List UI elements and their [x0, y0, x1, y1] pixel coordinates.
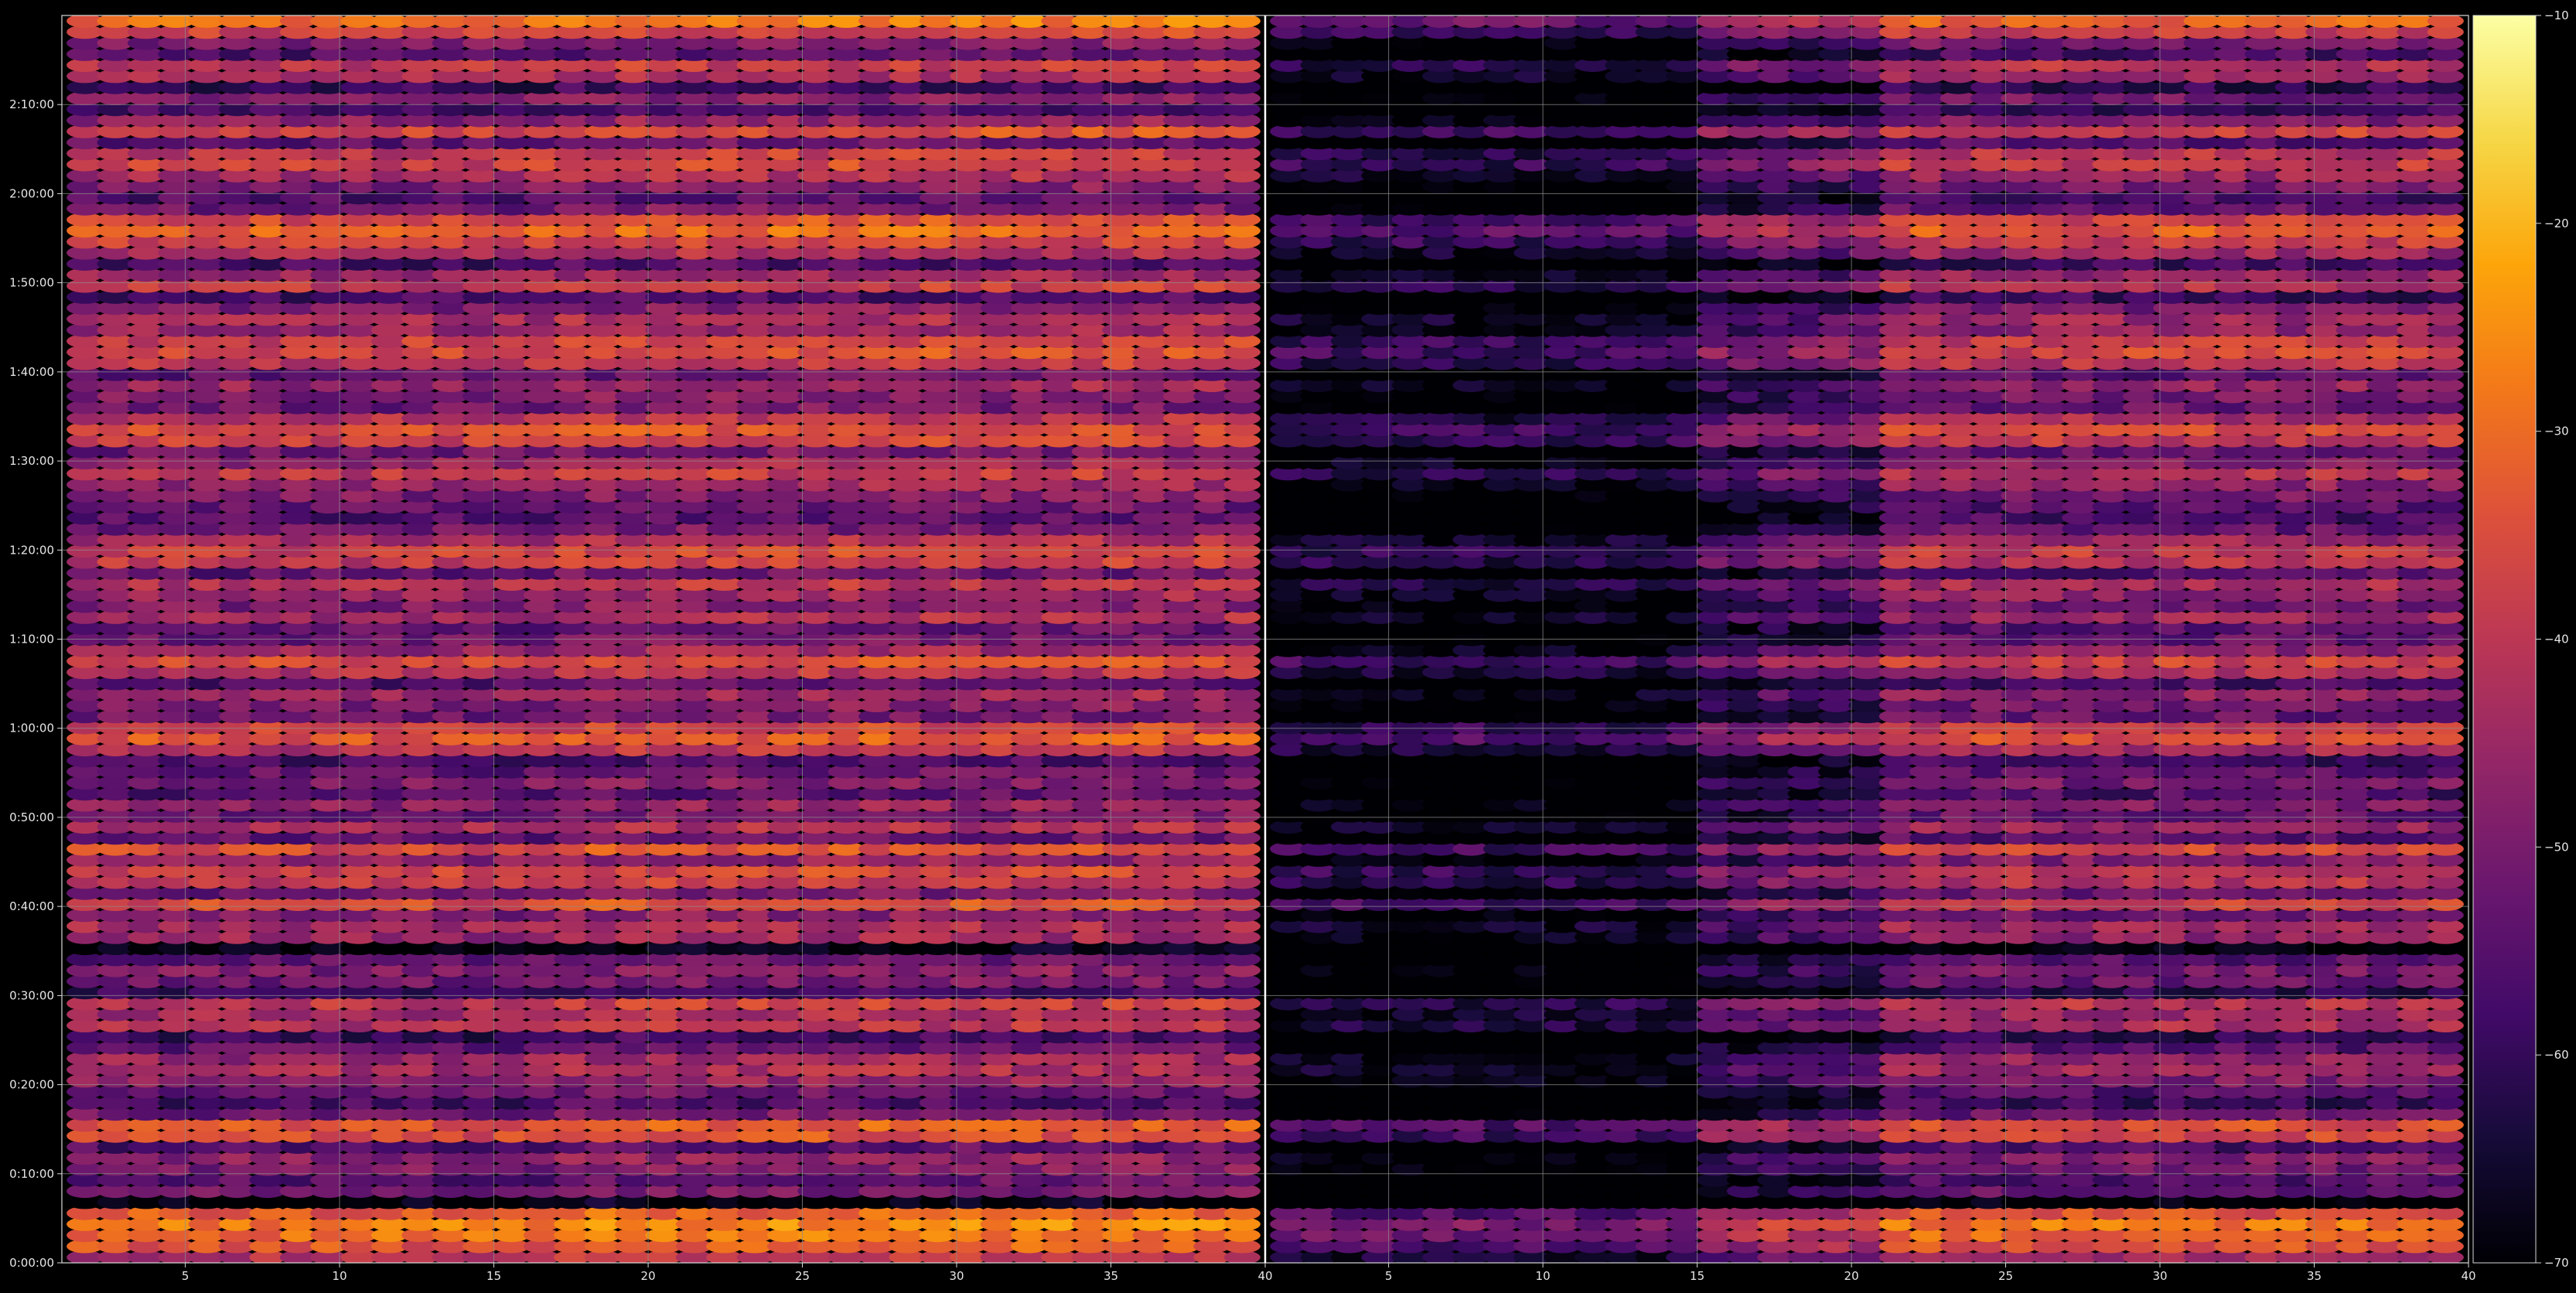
heatmap-cell	[1223, 15, 1261, 28]
heatmap-chart: 5 10 15 20 25 30 35 40 5 10 15 20 25 30 35 40 0:00:000:…	[9, 9, 2568, 1283]
